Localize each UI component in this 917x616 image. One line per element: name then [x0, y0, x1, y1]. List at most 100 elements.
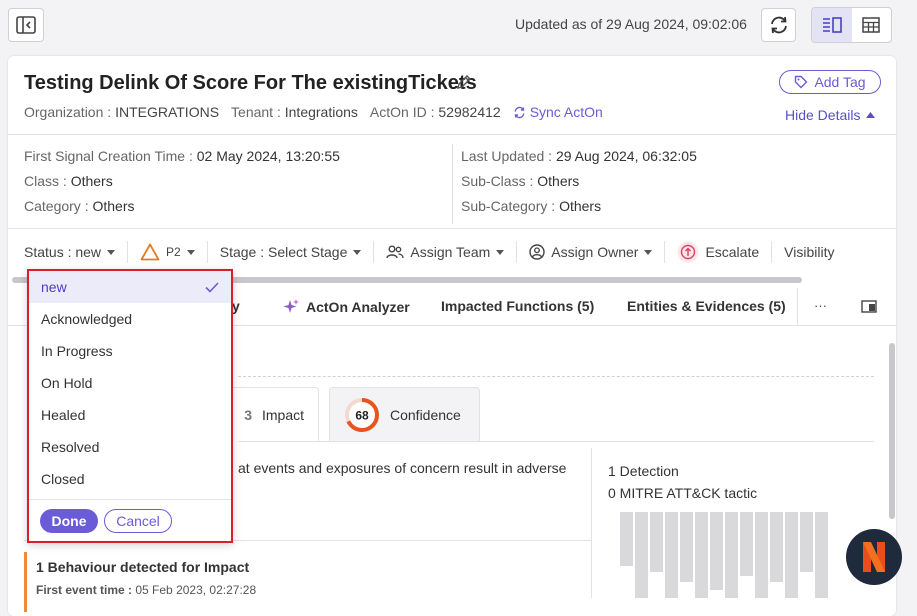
status-option-healed[interactable]: Healed	[29, 399, 231, 431]
tag-icon	[795, 75, 808, 89]
hide-details-label: Hide Details	[785, 107, 861, 123]
add-tag-label: Add Tag	[814, 74, 866, 90]
sync-acton-button[interactable]: Sync ActOn	[513, 104, 603, 120]
sidebar-collapse-icon	[16, 16, 36, 34]
ticket-meta: Organization : INTEGRATIONS Tenant : Int…	[24, 104, 603, 120]
tab-partial[interactable]: y	[232, 298, 240, 314]
acton-id-value: 52982412	[438, 104, 501, 120]
tab-impacted-functions[interactable]: Impacted Functions (5)	[441, 298, 594, 314]
first-event-label: First event time :	[36, 583, 133, 597]
first-event-value: 05 Feb 2023, 02:27:28	[135, 583, 257, 597]
pencil-icon	[457, 75, 471, 89]
chevron-down-icon	[353, 249, 362, 255]
status-option-resolved[interactable]: Resolved	[29, 431, 231, 463]
divider	[238, 441, 874, 442]
status-option-on-hold[interactable]: On Hold	[29, 367, 231, 399]
details-left: First Signal Creation Time : 02 May 2024…	[24, 144, 340, 219]
detail-row: Sub-Category : Others	[461, 198, 602, 214]
collapse-sidebar-button[interactable]	[8, 8, 44, 42]
hide-details-button[interactable]: Hide Details	[785, 107, 876, 123]
priority-label: P2	[166, 245, 181, 259]
edit-title-button[interactable]	[455, 73, 473, 96]
behaviour-card[interactable]: 1 Behaviour detected for Impact First ev…	[24, 552, 592, 612]
caret-up-icon	[866, 112, 876, 118]
heatmap-bar	[650, 512, 663, 572]
chevron-down-icon	[644, 249, 653, 255]
vertical-scrollbar-thumb[interactable]	[889, 343, 895, 519]
visibility-dropdown[interactable]: Visibility	[772, 241, 846, 263]
visibility-label: Visibility	[784, 244, 835, 260]
tabs-actions: ···	[797, 288, 896, 326]
sparkle-icon	[283, 299, 299, 313]
escalate-button[interactable]: Escalate	[665, 241, 773, 263]
status-option-closed[interactable]: Closed	[29, 463, 231, 495]
organization-value: INTEGRATIONS	[115, 104, 220, 120]
acton-id-label: ActOn ID :	[369, 104, 435, 120]
action-bar: Status : new P2 Stage : Select Stage Ass…	[24, 241, 846, 263]
assign-team-dropdown[interactable]: Assign Team	[374, 241, 518, 263]
cancel-button[interactable]: Cancel	[104, 508, 172, 533]
tab-confidence-score[interactable]: 68 Confidence	[329, 387, 480, 442]
team-icon	[386, 245, 405, 259]
mitre-heatmap-bars	[620, 512, 828, 602]
status-option-acknowledged[interactable]: Acknowledged	[29, 303, 231, 335]
heatmap-bar	[695, 512, 708, 598]
heatmap-bar	[680, 512, 693, 582]
refresh-icon	[770, 16, 787, 34]
confidence-label: Confidence	[390, 407, 461, 423]
more-tabs-button[interactable]: ···	[814, 298, 827, 313]
heatmap-bar	[710, 512, 723, 590]
heatmap-bar	[665, 512, 678, 598]
assign-owner-dropdown[interactable]: Assign Owner	[517, 241, 666, 263]
app-logo-button[interactable]	[846, 529, 902, 585]
priority-dropdown[interactable]: P2	[128, 241, 208, 263]
tab-acton-analyzer-label: ActOn Analyzer	[306, 299, 410, 315]
tab-acton-analyzer[interactable]: ActOn Analyzer	[282, 298, 410, 316]
status-option-new[interactable]: new	[29, 271, 231, 303]
detail-view-button[interactable]	[812, 8, 852, 42]
add-tag-button[interactable]: Add Tag	[779, 70, 881, 94]
refresh-button[interactable]	[761, 8, 796, 42]
confidence-value: 68	[355, 409, 369, 423]
table-icon	[862, 17, 880, 33]
divider	[238, 376, 874, 377]
dropdown-footer: Done Cancel	[29, 499, 231, 541]
status-dropdown[interactable]: Status : new	[24, 241, 129, 263]
status-dropdown-menu: new Acknowledged In Progress On Hold Hea…	[27, 269, 233, 543]
divider	[8, 134, 896, 135]
confidence-gauge: 68	[345, 398, 379, 432]
assign-owner-label: Assign Owner	[551, 244, 639, 260]
done-button[interactable]: Done	[40, 508, 98, 533]
status-option-in-progress[interactable]: In Progress	[29, 335, 231, 367]
heatmap-bar	[725, 512, 738, 598]
detail-row: Category : Others	[24, 198, 135, 214]
chevron-down-icon	[107, 249, 116, 255]
detail-row: Last Updated : 29 Aug 2024, 06:32:05	[461, 148, 697, 164]
ticket-title: Testing Delink Of Score For The existing…	[24, 72, 477, 94]
tab-entities-evidences[interactable]: Entities & Evidences (5)	[627, 298, 786, 314]
window-icon[interactable]	[861, 300, 877, 313]
list-detail-icon	[822, 17, 842, 33]
mitre-count: 0 MITRE ATT&CK tactic	[608, 485, 758, 501]
detail-row: Sub-Class : Others	[461, 173, 580, 189]
detection-count: 1 Detection	[608, 463, 679, 479]
detection-summary: 1 Detection 0 MITRE ATT&CK tactic	[608, 460, 757, 504]
view-toggle	[811, 7, 892, 43]
heatmap-bar	[800, 512, 813, 572]
heatmap-bar	[815, 512, 828, 598]
impact-label: Impact	[261, 407, 304, 423]
table-view-button[interactable]	[852, 8, 892, 42]
updated-timestamp: Updated as of 29 Aug 2024, 09:02:06	[515, 16, 747, 32]
detail-row: Class : Others	[24, 173, 113, 189]
stage-dropdown[interactable]: Stage : Select Stage	[208, 241, 375, 263]
top-bar: Updated as of 29 Aug 2024, 09:02:06	[0, 0, 917, 50]
heatmap-bar	[785, 512, 798, 598]
heatmap-bar	[740, 512, 753, 576]
check-icon	[205, 281, 219, 293]
logo-icon	[863, 542, 885, 572]
divider	[452, 144, 453, 224]
organization-label: Organization :	[24, 104, 112, 120]
escalate-label: Escalate	[705, 244, 760, 260]
details-right: Last Updated : 29 Aug 2024, 06:32:05 Sub…	[461, 144, 697, 219]
stage-label: Stage : Select Stage	[219, 244, 348, 260]
